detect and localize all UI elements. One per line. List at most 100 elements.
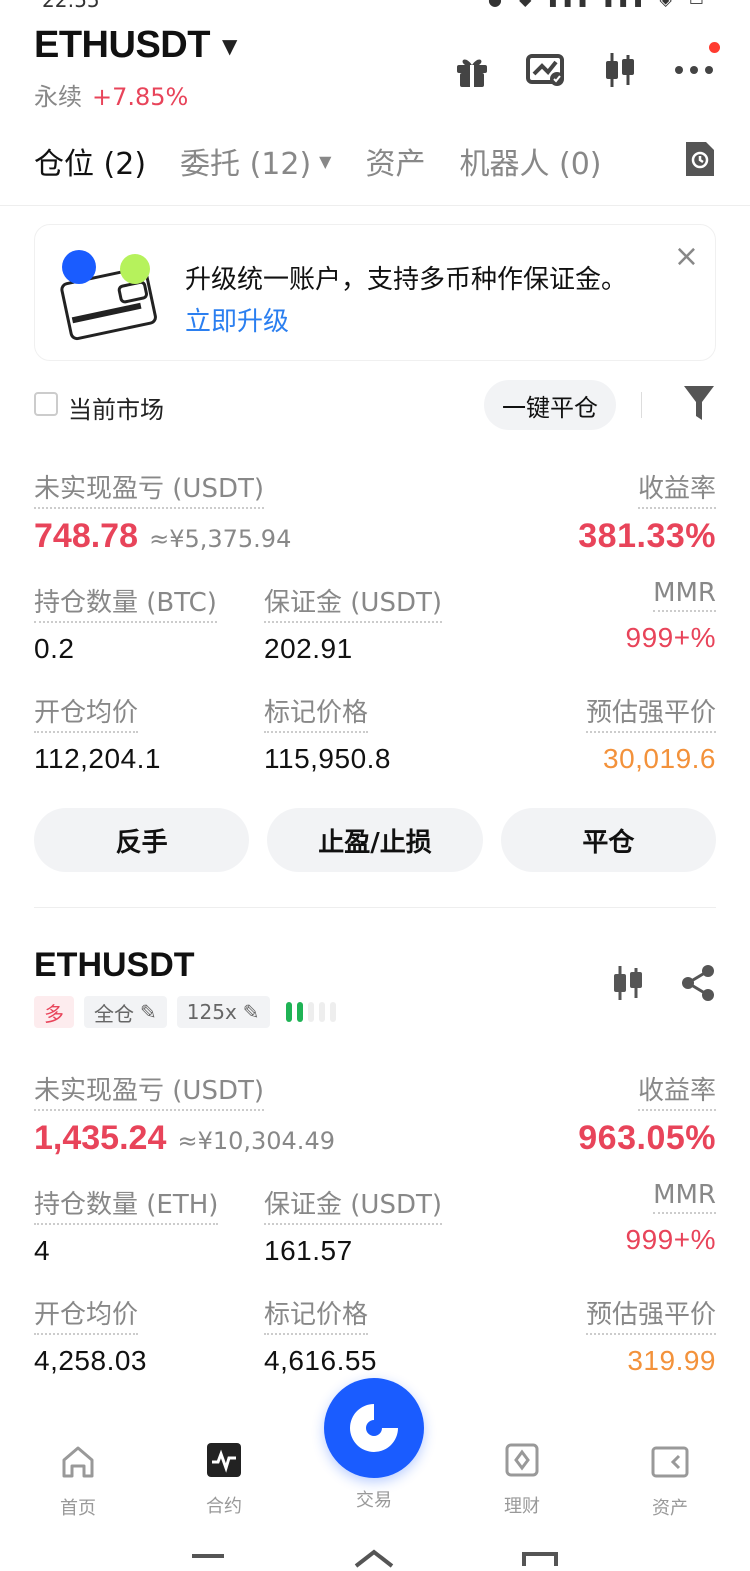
quantity-label: 持仓数量 (ETH)	[34, 1184, 219, 1225]
close-icon[interactable]: ×	[674, 239, 699, 274]
chevron-down-icon[interactable]: ▼	[222, 34, 237, 58]
card-divider	[34, 907, 716, 908]
risk-bar	[307, 1002, 314, 1022]
mmr-label: MMR	[653, 578, 716, 612]
tab-positions[interactable]: 仓位 (2)	[34, 139, 146, 183]
position-2-icons	[610, 964, 716, 1006]
mmr-value: 999+%	[625, 1224, 716, 1255]
risk-level-bars	[285, 1002, 336, 1022]
roe-label: 收益率	[637, 468, 716, 509]
unrealized-pnl: 748.78	[34, 517, 138, 555]
position-2-tags: 多 全仓 ✎ 125x ✎	[34, 996, 336, 1028]
banner-text: 升级统一账户，支持多币种作保证金。	[185, 265, 628, 295]
roe-value: 963.05%	[578, 1119, 716, 1157]
position-2-title[interactable]: ETHUSDT	[34, 946, 195, 985]
mark-price-label: 标记价格	[264, 692, 369, 733]
trade-button[interactable]	[324, 1378, 424, 1478]
menu-icon	[192, 1554, 224, 1558]
tab-orders[interactable]: 委托 (12) ▼	[180, 139, 331, 183]
unrealized-pnl-cny: ≈¥5,375.94	[149, 525, 292, 553]
trade-logo-icon	[350, 1404, 398, 1452]
leverage-tag[interactable]: 125x ✎	[176, 996, 270, 1028]
position-tabs: 仓位 (2) 委托 (12) ▼ 资产 机器人 (0)	[34, 138, 716, 184]
nav-earn[interactable]: 理财	[472, 1438, 572, 1518]
nav-futures[interactable]: 合约	[174, 1438, 274, 1518]
risk-bar	[329, 1002, 336, 1022]
home-nav-icon	[354, 1549, 394, 1568]
liq-price-label: 预估强平价	[585, 692, 716, 733]
price-change: +7.85%	[92, 83, 189, 111]
status-icons: ● ◆ ▮▮▮ ▮▮▮ ◈ ▭	[488, 0, 710, 9]
unrealized-pnl-label: 未实现盈亏 (USDT)	[34, 1070, 264, 1111]
more-icon[interactable]	[672, 42, 720, 92]
tpsl-button[interactable]: 止盈/止损	[267, 808, 483, 872]
mark-price-value: 4,616.55	[264, 1345, 377, 1376]
mark-price-label: 标记价格	[264, 1294, 369, 1335]
nav-assets[interactable]: 资产	[620, 1440, 720, 1520]
notification-dot	[709, 42, 720, 53]
filter-row: 当前市场 一键平仓	[34, 380, 716, 430]
candlestick-icon[interactable]	[598, 48, 642, 92]
history-doc-icon[interactable]	[682, 140, 716, 182]
contract-type: 永续	[34, 83, 82, 111]
candlestick-icon[interactable]	[610, 964, 646, 1006]
margin-label: 保证金 (USDT)	[264, 1184, 442, 1225]
margin-value: 161.57	[264, 1235, 353, 1266]
home-icon	[28, 1440, 128, 1484]
roe-label: 收益率	[637, 1070, 716, 1111]
nav-home[interactable]: 首页	[28, 1440, 128, 1520]
close-position-button[interactable]: 平仓	[500, 808, 716, 872]
pair-title[interactable]: ETHUSDT	[34, 24, 210, 67]
edit-icon: ✎	[242, 1000, 260, 1024]
roe-value: 381.33%	[578, 517, 716, 555]
mark-price-value: 115,950.8	[264, 743, 391, 774]
quantity-label: 持仓数量 (BTC)	[34, 582, 217, 623]
gift-icon[interactable]	[450, 48, 494, 92]
mmr-value: 999+%	[625, 622, 716, 653]
entry-price-label: 开仓均价	[34, 1294, 139, 1335]
system-nav-bar	[0, 1540, 750, 1571]
close-all-button[interactable]: 一键平仓	[484, 380, 616, 430]
tab-bots[interactable]: 机器人 (0)	[459, 139, 601, 183]
nav-trade-label[interactable]: 交易	[324, 1486, 424, 1512]
entry-price-value: 4,258.03	[34, 1345, 147, 1376]
chart-check-icon[interactable]	[524, 48, 568, 92]
side-tag: 多	[34, 996, 74, 1028]
entry-price-value: 112,204.1	[34, 743, 161, 774]
status-time: 22:55	[42, 0, 100, 12]
liq-price-value: 319.99	[627, 1345, 716, 1376]
entry-price-label: 开仓均价	[34, 692, 139, 733]
header: ETHUSDT ▼ 永续 +7.85%	[34, 24, 720, 120]
liq-price-value: 30,019.6	[603, 743, 716, 774]
share-icon[interactable]	[680, 964, 716, 1006]
current-market-label[interactable]: 当前市场	[68, 390, 164, 425]
back-icon	[522, 1552, 558, 1566]
risk-bar	[296, 1002, 303, 1022]
wallet-icon	[620, 1440, 720, 1484]
futures-icon	[174, 1438, 274, 1482]
earn-icon	[472, 1438, 572, 1482]
upgrade-banner[interactable]: 升级统一账户，支持多币种作保证金。 立即升级 ×	[34, 224, 716, 361]
upgrade-link[interactable]: 立即升级	[185, 301, 289, 338]
edit-icon: ✎	[140, 1000, 157, 1024]
risk-bar	[285, 1002, 292, 1022]
quantity-value: 4	[34, 1235, 51, 1266]
position-actions: 反手 止盈/止损 平仓	[34, 808, 716, 872]
chevron-down-icon: ▼	[319, 151, 332, 171]
unrealized-pnl-label: 未实现盈亏 (USDT)	[34, 468, 264, 509]
unrealized-pnl: 1,435.24	[34, 1119, 167, 1157]
tab-assets[interactable]: 资产	[365, 139, 425, 183]
mmr-label: MMR	[653, 1180, 716, 1214]
filter-icon[interactable]	[682, 384, 716, 426]
tabs-divider	[0, 205, 750, 206]
quantity-value: 0.2	[34, 633, 75, 664]
margin-label: 保证金 (USDT)	[264, 582, 442, 623]
margin-mode-tag[interactable]: 全仓 ✎	[84, 996, 167, 1028]
separator	[641, 392, 642, 418]
liq-price-label: 预估强平价	[585, 1294, 716, 1335]
risk-bar	[318, 1002, 325, 1022]
margin-value: 202.91	[264, 633, 353, 664]
unrealized-pnl-cny: ≈¥10,304.49	[177, 1127, 335, 1155]
current-market-checkbox[interactable]	[34, 392, 58, 416]
reverse-button[interactable]: 反手	[34, 808, 250, 872]
